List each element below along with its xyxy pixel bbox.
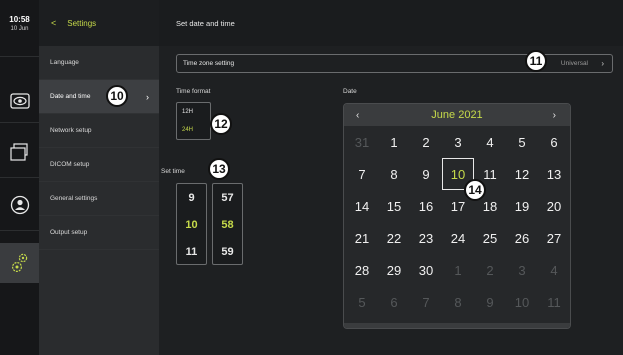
calendar-day: 10 [514,294,530,310]
calendar-day[interactable]: 28 [346,254,378,286]
eye-icon[interactable] [6,89,33,113]
calendar-day[interactable]: 6 [538,126,570,158]
page-title: Set date and time [159,0,623,46]
minute-option[interactable]: 57 [213,184,242,211]
calendar-day[interactable]: 4 [474,126,506,158]
calendar-day: 4 [550,262,558,278]
calendar-day[interactable]: 12 [506,158,538,190]
calendar-day[interactable]: 13 [538,158,570,190]
timezone-label: Time zone setting [183,60,235,67]
calendar-day: 7 [422,294,430,310]
menu-item-label: General settings [50,195,98,202]
calendar-month-title: June 2021 [431,109,483,121]
calendar-day[interactable]: 23 [410,222,442,254]
calendar-day[interactable]: 22 [378,222,410,254]
hour-option[interactable]: 9 [177,184,206,211]
menu-item-label: DICOM setup [50,161,90,168]
calendar-day[interactable]: 19 [506,190,538,222]
calendar-day[interactable]: 27 [538,222,570,254]
calendar-day[interactable]: 8 [378,158,410,190]
calendar-day[interactable]: 9 [410,158,442,190]
calendar-prev-button[interactable]: ‹ [356,110,359,121]
calendar-day[interactable]: 1 [378,126,410,158]
settings-back-label: Settings [67,18,97,28]
calendar-day[interactable]: 29 [378,254,410,286]
calendar-day[interactable]: 7 [346,158,378,190]
callout-marker: 11 [525,50,547,72]
hour-spinner[interactable]: 9 10 11 [176,183,207,265]
calendar-day: 1 [454,262,462,278]
calendar: ‹ June 2021 › 31 1 2 3 4 5 6 7 8 9 10 11 12 13 14 15 16 1… [343,103,571,329]
calendar-day: 31 [354,134,370,150]
main-panel: Set date and time Time zone setting Univ… [159,0,623,355]
minute-spinner[interactable]: 57 58 59 [212,183,243,265]
calendar-header: ‹ June 2021 › [344,104,570,126]
time-format-option-24h[interactable]: 24H [177,121,210,139]
calendar-day[interactable]: 5 [506,126,538,158]
gears-icon[interactable] [6,251,33,275]
hour-option[interactable]: 11 [177,238,206,265]
calendar-day[interactable]: 20 [538,190,570,222]
callout-marker: 12 [210,113,232,135]
callout-marker: 13 [208,158,230,180]
clock: 10:58 10 Jun [0,0,39,56]
clock-date: 10 Jun [10,26,29,32]
calendar-day: 9 [486,294,494,310]
calendar-day: 3 [518,262,526,278]
menu-item-label: Language [50,59,79,66]
callout-marker: 10 [106,85,128,107]
calendar-day[interactable]: 14 [346,190,378,222]
time-format-label: Time format [176,88,211,95]
settings-back-button[interactable]: < Settings [39,0,159,46]
calendar-next-button[interactable]: › [553,110,556,121]
date-label: Date [343,88,357,95]
timezone-setting-button[interactable]: Time zone setting Universal › [176,54,613,73]
menu-item-general-settings[interactable]: General settings [39,182,159,216]
calendar-day[interactable]: 25 [474,222,506,254]
calendar-day: 11 [547,294,561,310]
calendar-day[interactable]: 26 [506,222,538,254]
menu-item-dicom-setup[interactable]: DICOM setup [39,148,159,182]
calendar-day[interactable]: 3 [442,126,474,158]
clock-time: 10:58 [9,15,30,24]
rail-divider [0,230,39,231]
rail-divider [0,122,39,123]
rail-divider [0,56,39,57]
chevron-right-icon: › [146,91,149,102]
chevron-left-icon: < [51,18,57,28]
minute-option[interactable]: 59 [213,238,242,265]
calendar-day[interactable]: 15 [378,190,410,222]
callout-marker: 14 [464,179,486,201]
time-format-option-12h[interactable]: 12H [177,103,210,121]
calendar-day[interactable]: 21 [346,222,378,254]
calendar-day: 5 [358,294,366,310]
menu-item-output-setup[interactable]: Output setup [39,216,159,250]
calendar-day: 8 [454,294,462,310]
calendar-day[interactable]: 2 [410,126,442,158]
folder-icon[interactable] [6,140,33,164]
menu-item-label: Network setup [50,127,92,134]
time-format-selector: 12H 24H [176,102,211,140]
settings-menu: < Settings Language Date and time › Netw… [39,0,159,355]
calendar-day: 2 [486,262,494,278]
rail-divider [0,177,39,178]
hour-option-selected[interactable]: 10 [177,211,206,238]
set-time-label: Set time [161,168,185,175]
left-rail: 10:58 10 Jun [0,0,39,355]
calendar-footer [344,323,570,328]
calendar-day[interactable]: 16 [410,190,442,222]
user-icon[interactable] [6,193,33,217]
menu-item-language[interactable]: Language [39,46,159,80]
menu-item-label: Date and time [50,93,91,100]
calendar-grid: 31 1 2 3 4 5 6 7 8 9 10 11 12 13 14 15 16 17 18 19 20 21 22 23 2… [344,126,570,318]
menu-item-network-setup[interactable]: Network setup [39,114,159,148]
menu-item-date-and-time[interactable]: Date and time › [39,80,159,114]
minute-option-selected[interactable]: 58 [213,211,242,238]
calendar-day[interactable]: 30 [410,254,442,286]
calendar-day: 6 [390,294,398,310]
timezone-value: Universal [560,60,588,67]
calendar-day[interactable]: 24 [442,222,474,254]
menu-item-label: Output setup [50,229,88,236]
chevron-right-icon: › [601,59,604,68]
